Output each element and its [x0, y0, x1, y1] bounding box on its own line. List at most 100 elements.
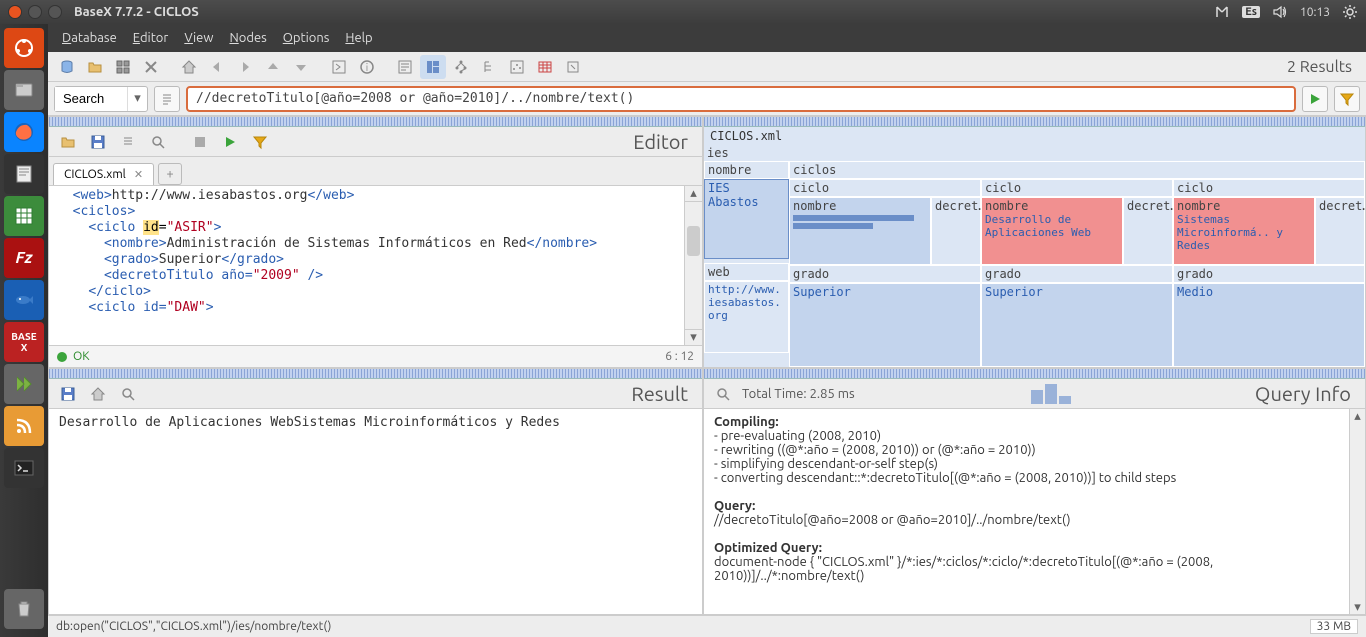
- chevron-down-icon[interactable]: ▾: [127, 87, 147, 111]
- sound-icon[interactable]: [1272, 4, 1288, 20]
- open-icon[interactable]: [82, 55, 108, 79]
- menu-help[interactable]: Help: [339, 29, 378, 47]
- map-node: ies: [704, 145, 1365, 161]
- query-input[interactable]: [188, 91, 1294, 106]
- scroll-up-icon[interactable]: ▴: [685, 186, 702, 202]
- tree-view-icon[interactable]: [448, 55, 474, 79]
- ubuntu-launcher: Fz BASEX: [0, 24, 48, 637]
- gear-icon[interactable]: [1342, 4, 1358, 20]
- find-result-icon[interactable]: [115, 382, 141, 406]
- window-close-button[interactable]: [8, 5, 22, 19]
- code-content[interactable]: <web>http://www.iesabastos.org</web> <ci…: [49, 186, 684, 345]
- launcher-filezilla-icon[interactable]: Fz: [4, 238, 44, 278]
- panel-grid: Editor CICLOS.xml ✕ + <web>http://www.ie…: [48, 116, 1366, 615]
- qi-opt-h: Optimized Query:: [714, 541, 822, 555]
- launcher-dash-icon[interactable]: [4, 28, 44, 68]
- basex-app: Database Editor View Nodes Options Help …: [48, 24, 1366, 637]
- qi-line: - converting descendant::*:decretoTitulo…: [714, 471, 1176, 485]
- back-icon[interactable]: [204, 55, 230, 79]
- map-view-icon[interactable]: [420, 55, 446, 79]
- launcher-calc-icon[interactable]: [4, 196, 44, 236]
- search-mode-input[interactable]: [55, 87, 127, 111]
- panel-drag-handle[interactable]: [49, 117, 702, 127]
- result-text[interactable]: Desarrollo de Aplicaciones WebSistemas M…: [49, 409, 702, 614]
- menu-editor[interactable]: Editor: [127, 29, 175, 47]
- forward-icon[interactable]: [232, 55, 258, 79]
- table-view-icon[interactable]: [532, 55, 558, 79]
- panel-drag-handle[interactable]: [704, 369, 1365, 379]
- panel-drag-handle[interactable]: [49, 369, 702, 379]
- scroll-down-icon[interactable]: ▾: [1350, 600, 1365, 614]
- launcher-app-icon[interactable]: [4, 364, 44, 404]
- launcher-bluefish-icon[interactable]: [4, 280, 44, 320]
- launcher-terminal-icon[interactable]: [4, 448, 44, 488]
- launcher-firefox-icon[interactable]: [4, 112, 44, 152]
- editor-tab[interactable]: CICLOS.xml ✕: [53, 163, 154, 185]
- home-result-icon[interactable]: [85, 382, 111, 406]
- manage-icon[interactable]: [110, 55, 136, 79]
- save-icon[interactable]: [85, 130, 111, 154]
- qi-scrollbar[interactable]: ▴ ▾: [1349, 409, 1365, 614]
- folder-view-icon[interactable]: [476, 55, 502, 79]
- launcher-files-icon[interactable]: [4, 70, 44, 110]
- editor-scrollbar[interactable]: ▴ ▾: [684, 186, 702, 345]
- text-view-icon[interactable]: [392, 55, 418, 79]
- find-qi-icon[interactable]: [710, 382, 736, 406]
- results-count: 2 Results: [1287, 58, 1360, 76]
- filter-icon[interactable]: [247, 130, 273, 154]
- network-icon[interactable]: [1214, 4, 1230, 20]
- scroll-down-icon[interactable]: ▾: [685, 329, 702, 345]
- memory-badge: 33 MB: [1310, 619, 1358, 634]
- plot-view-icon[interactable]: [504, 55, 530, 79]
- map-view-body[interactable]: CICLOS.xml ies nombre IES Abastos web ht…: [704, 127, 1365, 367]
- map-node: nombre: [704, 161, 789, 179]
- launcher-trash-icon[interactable]: [4, 589, 44, 629]
- close-db-icon[interactable]: [138, 55, 164, 79]
- add-tab-button[interactable]: +: [158, 163, 182, 185]
- launcher-gedit-icon[interactable]: [4, 154, 44, 194]
- scroll-thumb[interactable]: [687, 226, 700, 256]
- info-view-icon[interactable]: i: [354, 55, 380, 79]
- home-icon[interactable]: [176, 55, 202, 79]
- editor-panel-title: Editor: [633, 130, 696, 153]
- window-titlebar: BaseX 7.7.2 - CICLOS Es 10:13: [0, 0, 1366, 24]
- map-node: grado: [981, 265, 1173, 283]
- scroll-up-icon[interactable]: ▴: [1350, 409, 1365, 423]
- open-file-icon[interactable]: [55, 130, 81, 154]
- window-maximize-button[interactable]: [48, 5, 62, 19]
- down-icon[interactable]: [288, 55, 314, 79]
- map-node: decret…: [1123, 197, 1173, 265]
- keyboard-indicator[interactable]: Es: [1242, 6, 1260, 18]
- map-node: ciclo: [981, 179, 1173, 197]
- launcher-rss-icon[interactable]: [4, 406, 44, 446]
- run-query-button[interactable]: [1302, 86, 1328, 112]
- result-panel-title: Result: [631, 382, 696, 405]
- menu-nodes[interactable]: Nodes: [223, 29, 272, 47]
- result-toolbar: Result: [49, 379, 702, 409]
- stop-icon[interactable]: [187, 130, 213, 154]
- timing-bars-icon: [1031, 384, 1071, 404]
- up-icon[interactable]: [260, 55, 286, 79]
- menu-view[interactable]: View: [178, 29, 219, 47]
- menu-options[interactable]: Options: [277, 29, 336, 47]
- map-node: web: [704, 263, 789, 281]
- editor-view-icon[interactable]: [326, 55, 352, 79]
- panel-drag-handle[interactable]: [704, 117, 1365, 127]
- filter-button[interactable]: [1334, 86, 1360, 112]
- map-node: nombre: [793, 199, 927, 213]
- search-mode-combo[interactable]: ▾: [54, 86, 148, 112]
- history-button[interactable]: [154, 86, 180, 112]
- save-result-icon[interactable]: [55, 382, 81, 406]
- query-info-body[interactable]: Compiling: - pre-evaluating (2008, 2010)…: [704, 409, 1365, 614]
- qi-compiling-h: Compiling:: [714, 415, 779, 429]
- history-icon[interactable]: [115, 130, 141, 154]
- find-icon[interactable]: [145, 130, 171, 154]
- menu-database[interactable]: Database: [56, 29, 123, 47]
- clock[interactable]: 10:13: [1300, 6, 1330, 19]
- new-db-icon[interactable]: [54, 55, 80, 79]
- explorer-view-icon[interactable]: [560, 55, 586, 79]
- window-minimize-button[interactable]: [28, 5, 42, 19]
- launcher-basex-icon[interactable]: BASEX: [4, 322, 44, 362]
- tab-close-icon[interactable]: ✕: [134, 168, 143, 181]
- run-icon[interactable]: [217, 130, 243, 154]
